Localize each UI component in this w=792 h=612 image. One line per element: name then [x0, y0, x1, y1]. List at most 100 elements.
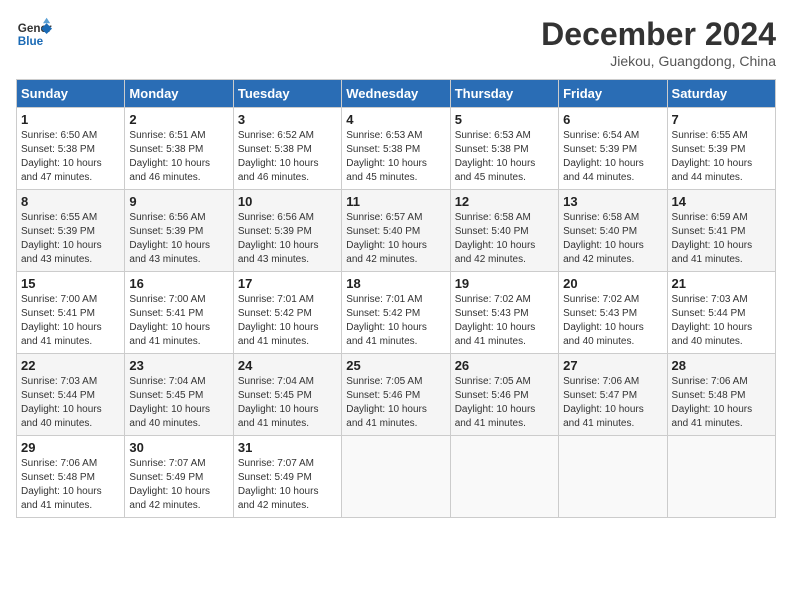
day-number: 19 [455, 276, 554, 291]
table-row: 4Sunrise: 6:53 AM Sunset: 5:38 PM Daylig… [342, 108, 450, 190]
day-info: Sunrise: 6:56 AM Sunset: 5:39 PM Dayligh… [238, 211, 337, 267]
table-row: 8 Sunrise: 6:55 AM Sunset: 5:39 PM Daylig… [17, 190, 125, 272]
table-row: 12 Sunrise: 6:58 AM Sunset: 5:40 PM Dayli… [450, 190, 558, 272]
day-number: 12 [455, 194, 554, 209]
col-friday: Friday [559, 80, 667, 108]
table-row: 28Sunrise: 7:06 AM Sunset: 5:48 PM Dayli… [667, 354, 775, 436]
day-number: 5 [455, 112, 554, 127]
calendar-table: Sunday Monday Tuesday Wednesday Thursday… [16, 79, 776, 518]
col-monday: Monday [125, 80, 233, 108]
table-row: 13 Sunrise: 6:58 AM Sunset: 5:40 PM Dayli… [559, 190, 667, 272]
table-row: 23Sunrise: 7:04 AM Sunset: 5:45 PM Dayli… [125, 354, 233, 436]
table-row: 6 Sunrise: 6:54 AM Sunset: 5:39 PM Daylig… [559, 108, 667, 190]
day-number: 21 [672, 276, 771, 291]
col-saturday: Saturday [667, 80, 775, 108]
day-info: Sunrise: 7:01 AM Sunset: 5:42 PM Dayligh… [238, 293, 337, 349]
svg-text:Blue: Blue [18, 35, 44, 48]
calendar-header-row: Sunday Monday Tuesday Wednesday Thursday… [17, 80, 776, 108]
table-row: 14 Sunrise: 6:59 AM Sunset: 5:41 PM Dayli… [667, 190, 775, 272]
day-info: Sunrise: 6:56 AM Sunset: 5:39 PM Dayligh… [129, 211, 228, 267]
table-row [667, 436, 775, 518]
logo: General Blue [16, 16, 52, 52]
day-info: Sunrise: 7:03 AM Sunset: 5:44 PM Dayligh… [672, 293, 771, 349]
day-info: Sunrise: 7:06 AM Sunset: 5:48 PM Dayligh… [672, 375, 771, 431]
day-number: 2 [129, 112, 228, 127]
table-row [559, 436, 667, 518]
table-row: 25Sunrise: 7:05 AM Sunset: 5:46 PM Dayli… [342, 354, 450, 436]
day-number: 3 [238, 112, 337, 127]
table-row: 18 Sunrise: 7:01 AM Sunset: 5:42 PM Dayli… [342, 272, 450, 354]
day-info: Sunrise: 7:02 AM Sunset: 5:43 PM Dayligh… [563, 293, 662, 349]
col-wednesday: Wednesday [342, 80, 450, 108]
table-row: 20Sunrise: 7:02 AM Sunset: 5:43 PM Dayli… [559, 272, 667, 354]
calendar-row: 1 Sunrise: 6:50 AM Sunset: 5:38 PM Daylig… [17, 108, 776, 190]
day-info: Sunrise: 6:57 AM Sunset: 5:40 PM Dayligh… [346, 211, 445, 267]
day-number: 16 [129, 276, 228, 291]
day-info: Sunrise: 7:00 AM Sunset: 5:41 PM Dayligh… [21, 293, 120, 349]
day-number: 31 [238, 440, 337, 455]
day-number: 11 [346, 194, 445, 209]
day-info: Sunrise: 7:05 AM Sunset: 5:46 PM Dayligh… [346, 375, 445, 431]
table-row: 1 Sunrise: 6:50 AM Sunset: 5:38 PM Daylig… [17, 108, 125, 190]
day-number: 14 [672, 194, 771, 209]
day-info: Sunrise: 6:50 AM Sunset: 5:38 PM Dayligh… [21, 129, 120, 185]
day-number: 26 [455, 358, 554, 373]
day-info: Sunrise: 7:07 AM Sunset: 5:49 PM Dayligh… [129, 457, 228, 513]
day-number: 30 [129, 440, 228, 455]
day-number: 10 [238, 194, 337, 209]
day-info: Sunrise: 6:51 AM Sunset: 5:38 PM Dayligh… [129, 129, 228, 185]
table-row: 2 Sunrise: 6:51 AM Sunset: 5:38 PM Daylig… [125, 108, 233, 190]
day-info: Sunrise: 7:04 AM Sunset: 5:45 PM Dayligh… [238, 375, 337, 431]
table-row: 22 Sunrise: 7:03 AM Sunset: 5:44 PM Dayli… [17, 354, 125, 436]
location: Jiekou, Guangdong, China [541, 53, 776, 69]
day-info: Sunrise: 7:05 AM Sunset: 5:46 PM Dayligh… [455, 375, 554, 431]
day-info: Sunrise: 7:07 AM Sunset: 5:49 PM Dayligh… [238, 457, 337, 513]
table-row: 10 Sunrise: 6:56 AM Sunset: 5:39 PM Dayli… [233, 190, 341, 272]
day-number: 7 [672, 112, 771, 127]
page-header: General Blue December 2024 Jiekou, Guang… [16, 16, 776, 69]
day-number: 9 [129, 194, 228, 209]
day-info: Sunrise: 6:59 AM Sunset: 5:41 PM Dayligh… [672, 211, 771, 267]
day-info: Sunrise: 7:01 AM Sunset: 5:42 PM Dayligh… [346, 293, 445, 349]
day-number: 24 [238, 358, 337, 373]
day-info: Sunrise: 6:58 AM Sunset: 5:40 PM Dayligh… [563, 211, 662, 267]
table-row: 11 Sunrise: 6:57 AM Sunset: 5:40 PM Dayli… [342, 190, 450, 272]
table-row: 29Sunrise: 7:06 AM Sunset: 5:48 PM Dayli… [17, 436, 125, 518]
day-number: 18 [346, 276, 445, 291]
table-row: 15 Sunrise: 7:00 AM Sunset: 5:41 PM Dayli… [17, 272, 125, 354]
table-row: 24 Sunrise: 7:04 AM Sunset: 5:45 PM Dayli… [233, 354, 341, 436]
table-row: 26 Sunrise: 7:05 AM Sunset: 5:46 PM Dayli… [450, 354, 558, 436]
day-number: 1 [21, 112, 120, 127]
day-info: Sunrise: 6:53 AM Sunset: 5:38 PM Dayligh… [346, 129, 445, 185]
day-number: 23 [129, 358, 228, 373]
day-number: 6 [563, 112, 662, 127]
day-info: Sunrise: 6:52 AM Sunset: 5:38 PM Dayligh… [238, 129, 337, 185]
month-title: December 2024 [541, 16, 776, 53]
table-row: 27Sunrise: 7:06 AM Sunset: 5:47 PM Dayli… [559, 354, 667, 436]
title-block: December 2024 Jiekou, Guangdong, China [541, 16, 776, 69]
day-info: Sunrise: 7:00 AM Sunset: 5:41 PM Dayligh… [129, 293, 228, 349]
day-number: 29 [21, 440, 120, 455]
day-info: Sunrise: 6:54 AM Sunset: 5:39 PM Dayligh… [563, 129, 662, 185]
day-info: Sunrise: 6:55 AM Sunset: 5:39 PM Dayligh… [21, 211, 120, 267]
table-row: 19 Sunrise: 7:02 AM Sunset: 5:43 PM Dayli… [450, 272, 558, 354]
day-number: 22 [21, 358, 120, 373]
table-row [450, 436, 558, 518]
day-number: 13 [563, 194, 662, 209]
calendar-row: 29Sunrise: 7:06 AM Sunset: 5:48 PM Dayli… [17, 436, 776, 518]
table-row: 16 Sunrise: 7:00 AM Sunset: 5:41 PM Dayli… [125, 272, 233, 354]
col-thursday: Thursday [450, 80, 558, 108]
table-row: 9 Sunrise: 6:56 AM Sunset: 5:39 PM Daylig… [125, 190, 233, 272]
day-number: 8 [21, 194, 120, 209]
day-info: Sunrise: 7:02 AM Sunset: 5:43 PM Dayligh… [455, 293, 554, 349]
day-info: Sunrise: 6:55 AM Sunset: 5:39 PM Dayligh… [672, 129, 771, 185]
table-row: 30 Sunrise: 7:07 AM Sunset: 5:49 PM Dayli… [125, 436, 233, 518]
logo-icon: General Blue [16, 16, 52, 52]
day-info: Sunrise: 7:03 AM Sunset: 5:44 PM Dayligh… [21, 375, 120, 431]
day-number: 15 [21, 276, 120, 291]
calendar-row: 22 Sunrise: 7:03 AM Sunset: 5:44 PM Dayli… [17, 354, 776, 436]
table-row: 17Sunrise: 7:01 AM Sunset: 5:42 PM Dayli… [233, 272, 341, 354]
day-info: Sunrise: 7:06 AM Sunset: 5:47 PM Dayligh… [563, 375, 662, 431]
table-row [342, 436, 450, 518]
day-info: Sunrise: 6:58 AM Sunset: 5:40 PM Dayligh… [455, 211, 554, 267]
